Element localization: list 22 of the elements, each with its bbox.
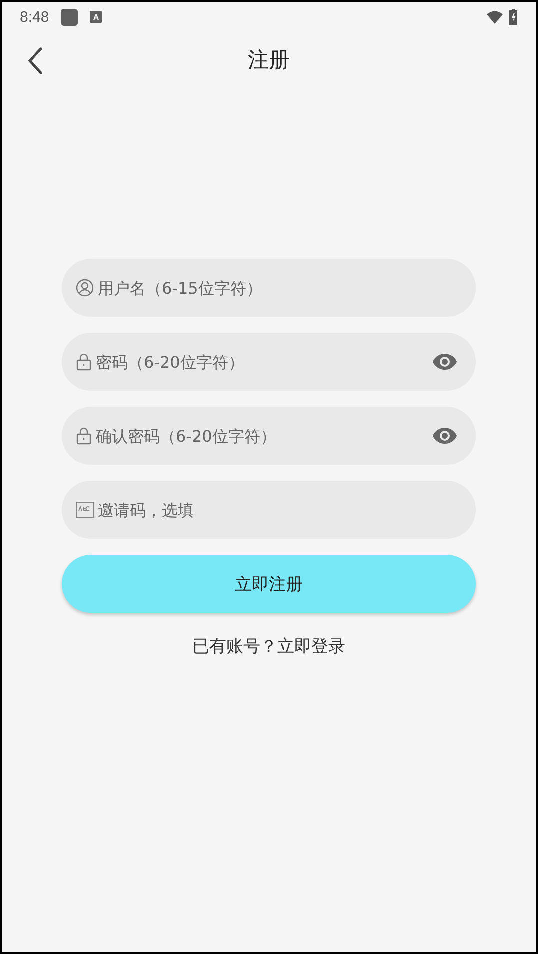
battery-icon	[509, 9, 518, 25]
lock-icon	[76, 427, 92, 445]
eye-icon[interactable]	[432, 427, 458, 445]
text-field[interactable]: 密码（6-20位字符）	[62, 333, 476, 391]
notification-badge: A	[90, 11, 102, 23]
login-link[interactable]: 已有账号？立即登录	[192, 635, 346, 658]
page-title: 注册	[248, 47, 290, 74]
status-time: 8:48	[20, 8, 50, 26]
text-field[interactable]: 用户名（6-15位字符）	[62, 259, 476, 317]
input-field[interactable]: 确认密码（6-20位字符）	[96, 426, 428, 446]
wifi-icon	[487, 10, 503, 24]
user-icon	[76, 279, 94, 297]
app-notification-icon	[61, 8, 78, 26]
back-icon[interactable]	[27, 47, 43, 75]
lock-icon	[76, 353, 92, 371]
input-field[interactable]: 用户名（6-15位字符）	[98, 278, 458, 298]
register-button[interactable]: 立即注册	[62, 555, 476, 613]
input-field[interactable]: 邀请码，选填	[98, 500, 458, 520]
text-field[interactable]: 确认密码（6-20位字符）	[62, 407, 476, 465]
text-field[interactable]: 邀请码，选填	[62, 481, 476, 539]
eye-icon[interactable]	[432, 353, 458, 371]
input-field[interactable]: 密码（6-20位字符）	[96, 352, 428, 372]
